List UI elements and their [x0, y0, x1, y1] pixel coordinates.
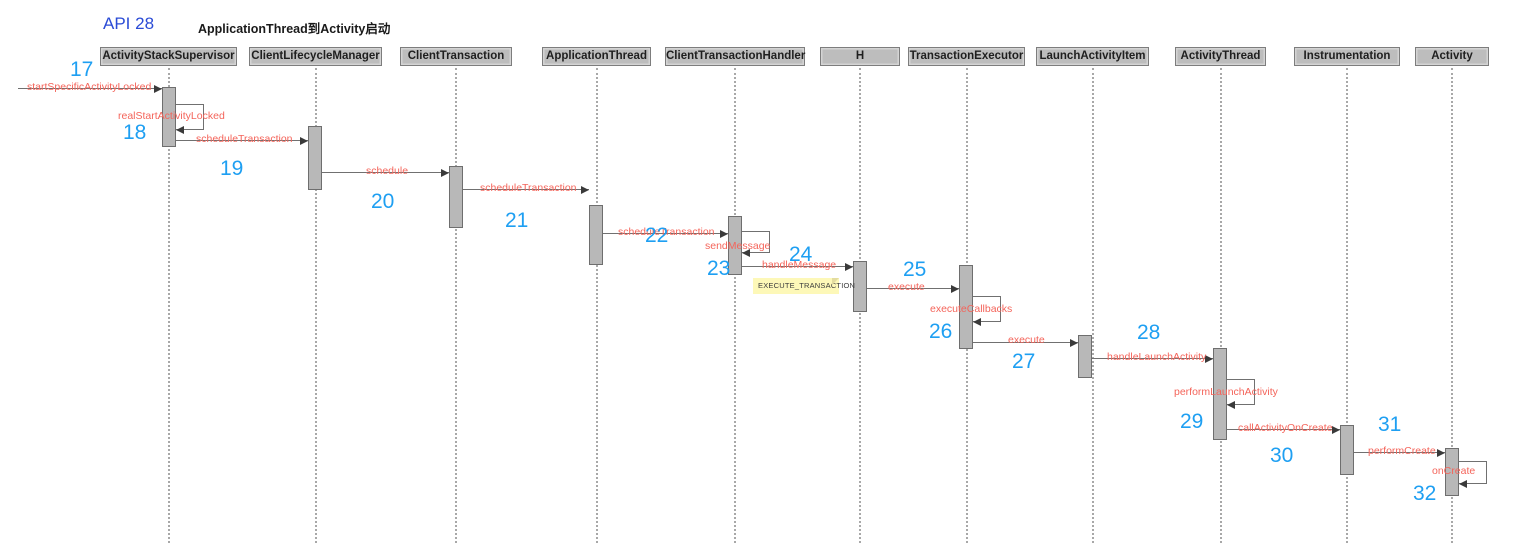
step-number-23: 23 — [707, 257, 731, 280]
activation-bar-applicationthread — [589, 205, 603, 265]
lifeline-activitythread — [1219, 68, 1222, 543]
step-number-19: 19 — [220, 157, 244, 180]
message-arrowhead — [1437, 448, 1445, 457]
message-arrowhead — [845, 262, 853, 271]
message-arrowhead — [300, 136, 308, 145]
activation-bar-clienttransaction — [449, 166, 463, 228]
participant-activitythread[interactable]: ActivityThread — [1175, 47, 1266, 66]
activation-bar-launchactivityitem — [1078, 335, 1092, 378]
participant-clienttransaction[interactable]: ClientTransaction — [400, 47, 512, 66]
lifeline-clienttransactionhandler — [734, 68, 736, 543]
lifeline-launchactivityitem — [1091, 68, 1094, 543]
self-call-arrowhead — [1227, 400, 1235, 409]
message-label: execute — [1008, 334, 1045, 346]
self-call-label: sendMessage — [705, 240, 771, 252]
step-number-28: 28 — [1137, 321, 1161, 344]
self-call-label: onCreate — [1432, 465, 1476, 477]
note-execute-transaction: EXECUTE_TRANSACTION — [753, 278, 855, 294]
message-arrowhead — [720, 229, 728, 238]
self-call-label: executeCallbacks — [930, 303, 1013, 315]
message-label: schedule — [366, 165, 409, 177]
participant-launchactivityitem[interactable]: LaunchActivityItem — [1036, 47, 1149, 66]
step-number-26: 26 — [929, 320, 953, 343]
step-number-25: 25 — [903, 258, 927, 281]
step-number-31: 31 — [1378, 413, 1402, 436]
message-label: performCreate — [1368, 445, 1436, 457]
participant-clientlifecyclemanager[interactable]: ClientLifecycleManager — [249, 47, 382, 66]
self-call-arrowhead — [176, 125, 184, 134]
message-arrowhead — [1070, 338, 1078, 347]
self-call-label: performLaunchActivity — [1174, 386, 1278, 398]
step-number-27: 27 — [1012, 350, 1036, 373]
step-number-24: 24 — [789, 243, 813, 266]
message-arrowhead — [154, 84, 162, 93]
activation-bar-instrumentation — [1340, 425, 1354, 475]
note-fold-corner-icon — [832, 278, 839, 285]
step-number-32: 32 — [1413, 482, 1437, 505]
participant-instrumentation[interactable]: Instrumentation — [1294, 47, 1400, 66]
message-label: handleLaunchActivity — [1107, 351, 1207, 363]
participant-transactionexecutor[interactable]: TransactionExecutor — [908, 47, 1025, 66]
step-number-29: 29 — [1180, 410, 1204, 433]
message-arrowhead — [951, 284, 959, 293]
lifeline-applicationthread — [595, 68, 598, 543]
step-number-22: 22 — [645, 224, 669, 247]
participant-clienttransactionhandler[interactable]: ClientTransactionHandler — [665, 47, 805, 66]
message-label: startSpecificActivityLocked — [27, 81, 152, 93]
diagram-title: ApplicationThread到Activity启动 — [198, 22, 391, 36]
message-label: execute — [888, 281, 925, 293]
message-arrowhead — [1332, 425, 1340, 434]
message-label: scheduleTransaction — [196, 133, 293, 145]
participant-activitystacksupervisor[interactable]: ActivityStackSupervisor — [100, 47, 237, 66]
self-call-arrowhead — [1459, 479, 1467, 488]
activation-bar-clientlifecyclemanager — [308, 126, 322, 190]
sequence-diagram-canvas: API 28 ApplicationThread到Activity启动 Acti… — [0, 0, 1517, 543]
activation-bar-h — [853, 261, 867, 312]
self-call-arrowhead — [973, 317, 981, 326]
participant-activity[interactable]: Activity — [1415, 47, 1489, 66]
message-arrowhead — [581, 185, 589, 194]
api-version-label: API 28 — [103, 14, 155, 33]
message-label: scheduleTransaction — [480, 182, 577, 194]
step-number-30: 30 — [1270, 444, 1294, 467]
step-number-20: 20 — [371, 190, 395, 213]
step-number-18: 18 — [123, 121, 147, 144]
message-arrowhead — [441, 168, 449, 177]
step-number-17: 17 — [70, 58, 94, 81]
message-label: callActivityOnCreate — [1238, 422, 1333, 434]
participant-h[interactable]: H — [820, 47, 900, 66]
lifeline-clienttransaction — [455, 68, 457, 543]
participant-applicationthread[interactable]: ApplicationThread — [542, 47, 651, 66]
step-number-21: 21 — [505, 209, 529, 232]
